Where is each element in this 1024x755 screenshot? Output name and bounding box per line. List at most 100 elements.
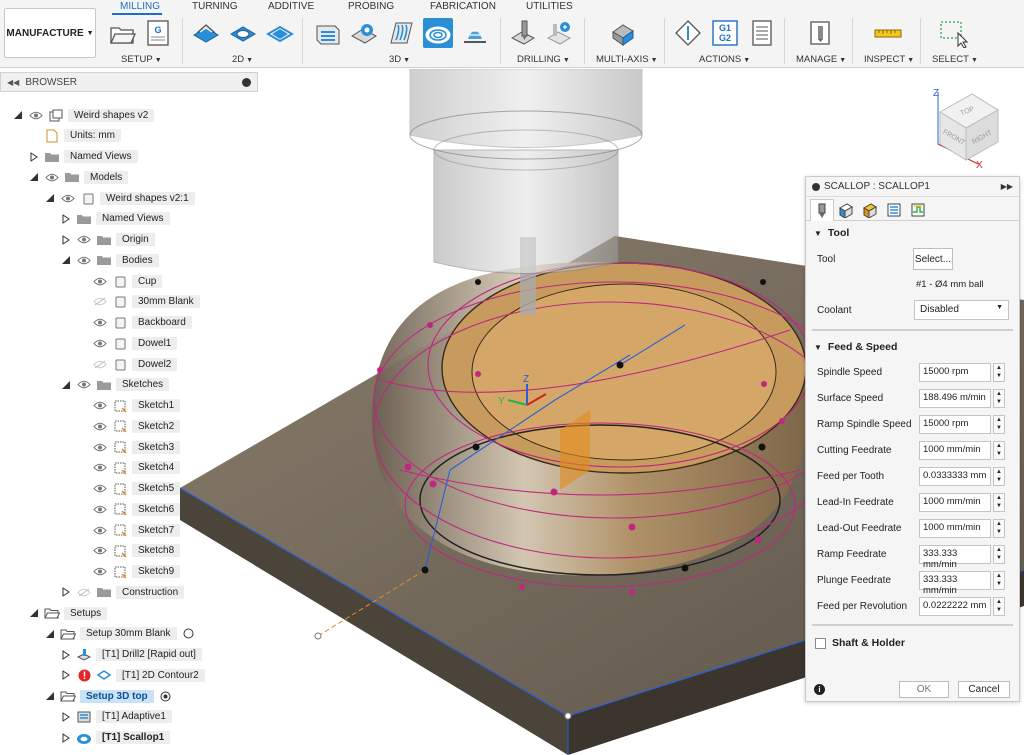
browser-node[interactable]: Weird shapes v2: [12, 106, 155, 124]
eye-icon[interactable]: [76, 254, 92, 266]
feed-row-value-input[interactable]: 15000 rpm: [919, 362, 991, 382]
tab-probing[interactable]: PROBING: [348, 1, 394, 12]
spinner-icon[interactable]: ▲ ▼: [993, 440, 1005, 460]
expand-open-icon[interactable]: [60, 254, 72, 266]
measure-icon[interactable]: [873, 18, 903, 48]
browser-node[interactable]: Sketch8: [76, 542, 181, 560]
browser-node[interactable]: Construction: [60, 583, 185, 601]
post-process-icon[interactable]: G1 G2: [710, 18, 740, 48]
eye-hidden-icon[interactable]: [92, 296, 108, 308]
feed-row-value-input[interactable]: 15000 rpm: [919, 414, 991, 434]
browser-node[interactable]: Sketch9: [76, 563, 181, 581]
spinner-icon[interactable]: ▲ ▼: [993, 466, 1005, 486]
tab-utilities[interactable]: UTILITIES: [526, 1, 573, 12]
expand-dialog-icon[interactable]: ▶▶: [1001, 182, 1013, 191]
tab-passes[interactable]: [882, 199, 906, 221]
info-icon[interactable]: i: [814, 683, 825, 695]
browser-node[interactable]: Models: [28, 168, 129, 186]
tab-heights[interactable]: [858, 199, 882, 221]
3d-parallel-icon[interactable]: [386, 18, 416, 48]
spinner-icon[interactable]: ▲ ▼: [993, 362, 1005, 382]
3d-adaptive-icon[interactable]: [313, 18, 343, 48]
eye-icon[interactable]: [92, 420, 108, 432]
expand-closed-icon[interactable]: [60, 669, 72, 681]
select-window-icon[interactable]: [938, 18, 969, 49]
browser-node[interactable]: Setup 30mm Blank: [44, 625, 194, 643]
tool-section-header[interactable]: ▼ Tool: [806, 221, 1019, 245]
2d-pocket-icon[interactable]: [228, 18, 258, 48]
feed-row-value-input[interactable]: 333.333 mm/min: [919, 570, 991, 596]
new-setup-folder-icon[interactable]: [108, 18, 138, 48]
group-select-label[interactable]: SELECT ▼: [932, 54, 978, 65]
group-drilling-label[interactable]: DRILLING ▼: [517, 54, 570, 65]
feed-row-value-input[interactable]: 333.333 mm/min: [919, 544, 991, 570]
browser-node[interactable]: Sketch7: [76, 521, 181, 539]
eye-icon[interactable]: [92, 337, 108, 349]
collapse-browser-icon[interactable]: ◀◀: [7, 78, 19, 87]
ok-button[interactable]: OK: [899, 680, 949, 698]
tab-additive[interactable]: ADDITIVE: [268, 1, 314, 12]
spinner-icon[interactable]: ▲ ▼: [993, 518, 1005, 538]
expand-closed-icon[interactable]: [60, 213, 72, 225]
eye-icon[interactable]: [92, 317, 108, 329]
feed-row-value-input[interactable]: 0.0222222 mm: [919, 596, 991, 616]
group-actions-label[interactable]: ACTIONS ▼: [699, 54, 750, 65]
expand-closed-icon[interactable]: [28, 151, 40, 163]
expand-open-icon[interactable]: [60, 379, 72, 391]
simulate-icon[interactable]: [673, 18, 703, 48]
drill-icon[interactable]: [508, 18, 538, 48]
eye-icon[interactable]: [76, 379, 92, 391]
feed-row-value-input[interactable]: 1000 mm/min: [919, 440, 991, 460]
tool-select-button[interactable]: Select...: [913, 248, 953, 270]
dialog-header[interactable]: SCALLOP : SCALLOP1 ▶▶: [806, 177, 1019, 197]
browser-node[interactable]: Sketches: [60, 376, 170, 394]
group-setup-label[interactable]: SETUP ▼: [121, 54, 162, 65]
browser-node[interactable]: Sketch6: [76, 500, 181, 518]
activate-setup-icon[interactable]: [183, 628, 194, 639]
browser-node[interactable]: Backboard: [76, 314, 192, 332]
expand-open-icon[interactable]: [28, 171, 40, 183]
spinner-icon[interactable]: ▲ ▼: [993, 492, 1005, 512]
expand-open-icon[interactable]: [44, 690, 56, 702]
browser-node[interactable]: Named Views: [60, 210, 170, 228]
feed-row-value-input[interactable]: 188.496 m/min: [919, 388, 991, 408]
tab-tool[interactable]: [810, 199, 834, 221]
browser-node[interactable]: Origin: [60, 231, 155, 249]
eye-hidden-icon[interactable]: [92, 358, 108, 370]
browser-node[interactable]: Dowel2: [76, 355, 178, 373]
eye-hidden-icon[interactable]: [76, 586, 92, 598]
browser-node[interactable]: Sketch5: [76, 480, 181, 498]
spinner-icon[interactable]: ▲ ▼: [993, 570, 1005, 590]
tab-fabrication[interactable]: FABRICATION: [430, 1, 496, 12]
group-2d-label[interactable]: 2D ▼: [232, 54, 253, 65]
browser-node[interactable]: Weird shapes v2:1: [44, 189, 195, 207]
eye-icon[interactable]: [44, 171, 60, 183]
browser-node[interactable]: [T1] 2D Contour2: [60, 666, 205, 684]
eye-icon[interactable]: [92, 566, 108, 578]
hole-recognition-icon[interactable]: [544, 18, 574, 48]
view-cube[interactable]: Z X TOP FRONT RIGHT: [928, 84, 1008, 171]
shaft-holder-checkbox[interactable]: [815, 637, 826, 649]
expand-open-icon[interactable]: [44, 192, 56, 204]
tool-library-icon[interactable]: [805, 18, 835, 48]
spinner-icon[interactable]: ▲ ▼: [993, 414, 1005, 434]
browser-node[interactable]: Setups: [28, 604, 108, 622]
setup-sheet-icon[interactable]: G: [143, 18, 173, 48]
spinner-icon[interactable]: ▲ ▼: [993, 544, 1005, 564]
browser-node[interactable]: Sketch2: [76, 417, 181, 435]
eye-icon[interactable]: [92, 441, 108, 453]
eye-icon[interactable]: [92, 400, 108, 412]
2d-adaptive-icon[interactable]: [191, 18, 221, 48]
eye-icon[interactable]: [92, 524, 108, 536]
expand-closed-icon[interactable]: [60, 234, 72, 246]
expand-open-icon[interactable]: [44, 628, 56, 640]
pin-icon[interactable]: [242, 77, 251, 87]
spinner-icon[interactable]: ▲ ▼: [993, 596, 1005, 616]
browser-node[interactable]: Cup: [76, 272, 163, 290]
browser-node[interactable]: Bodies: [60, 251, 159, 269]
expand-closed-icon[interactable]: [60, 732, 72, 744]
eye-icon[interactable]: [92, 503, 108, 515]
eye-icon[interactable]: [60, 192, 76, 204]
active-setup-icon[interactable]: [160, 691, 171, 702]
3d-scallop-icon[interactable]: [423, 18, 453, 48]
